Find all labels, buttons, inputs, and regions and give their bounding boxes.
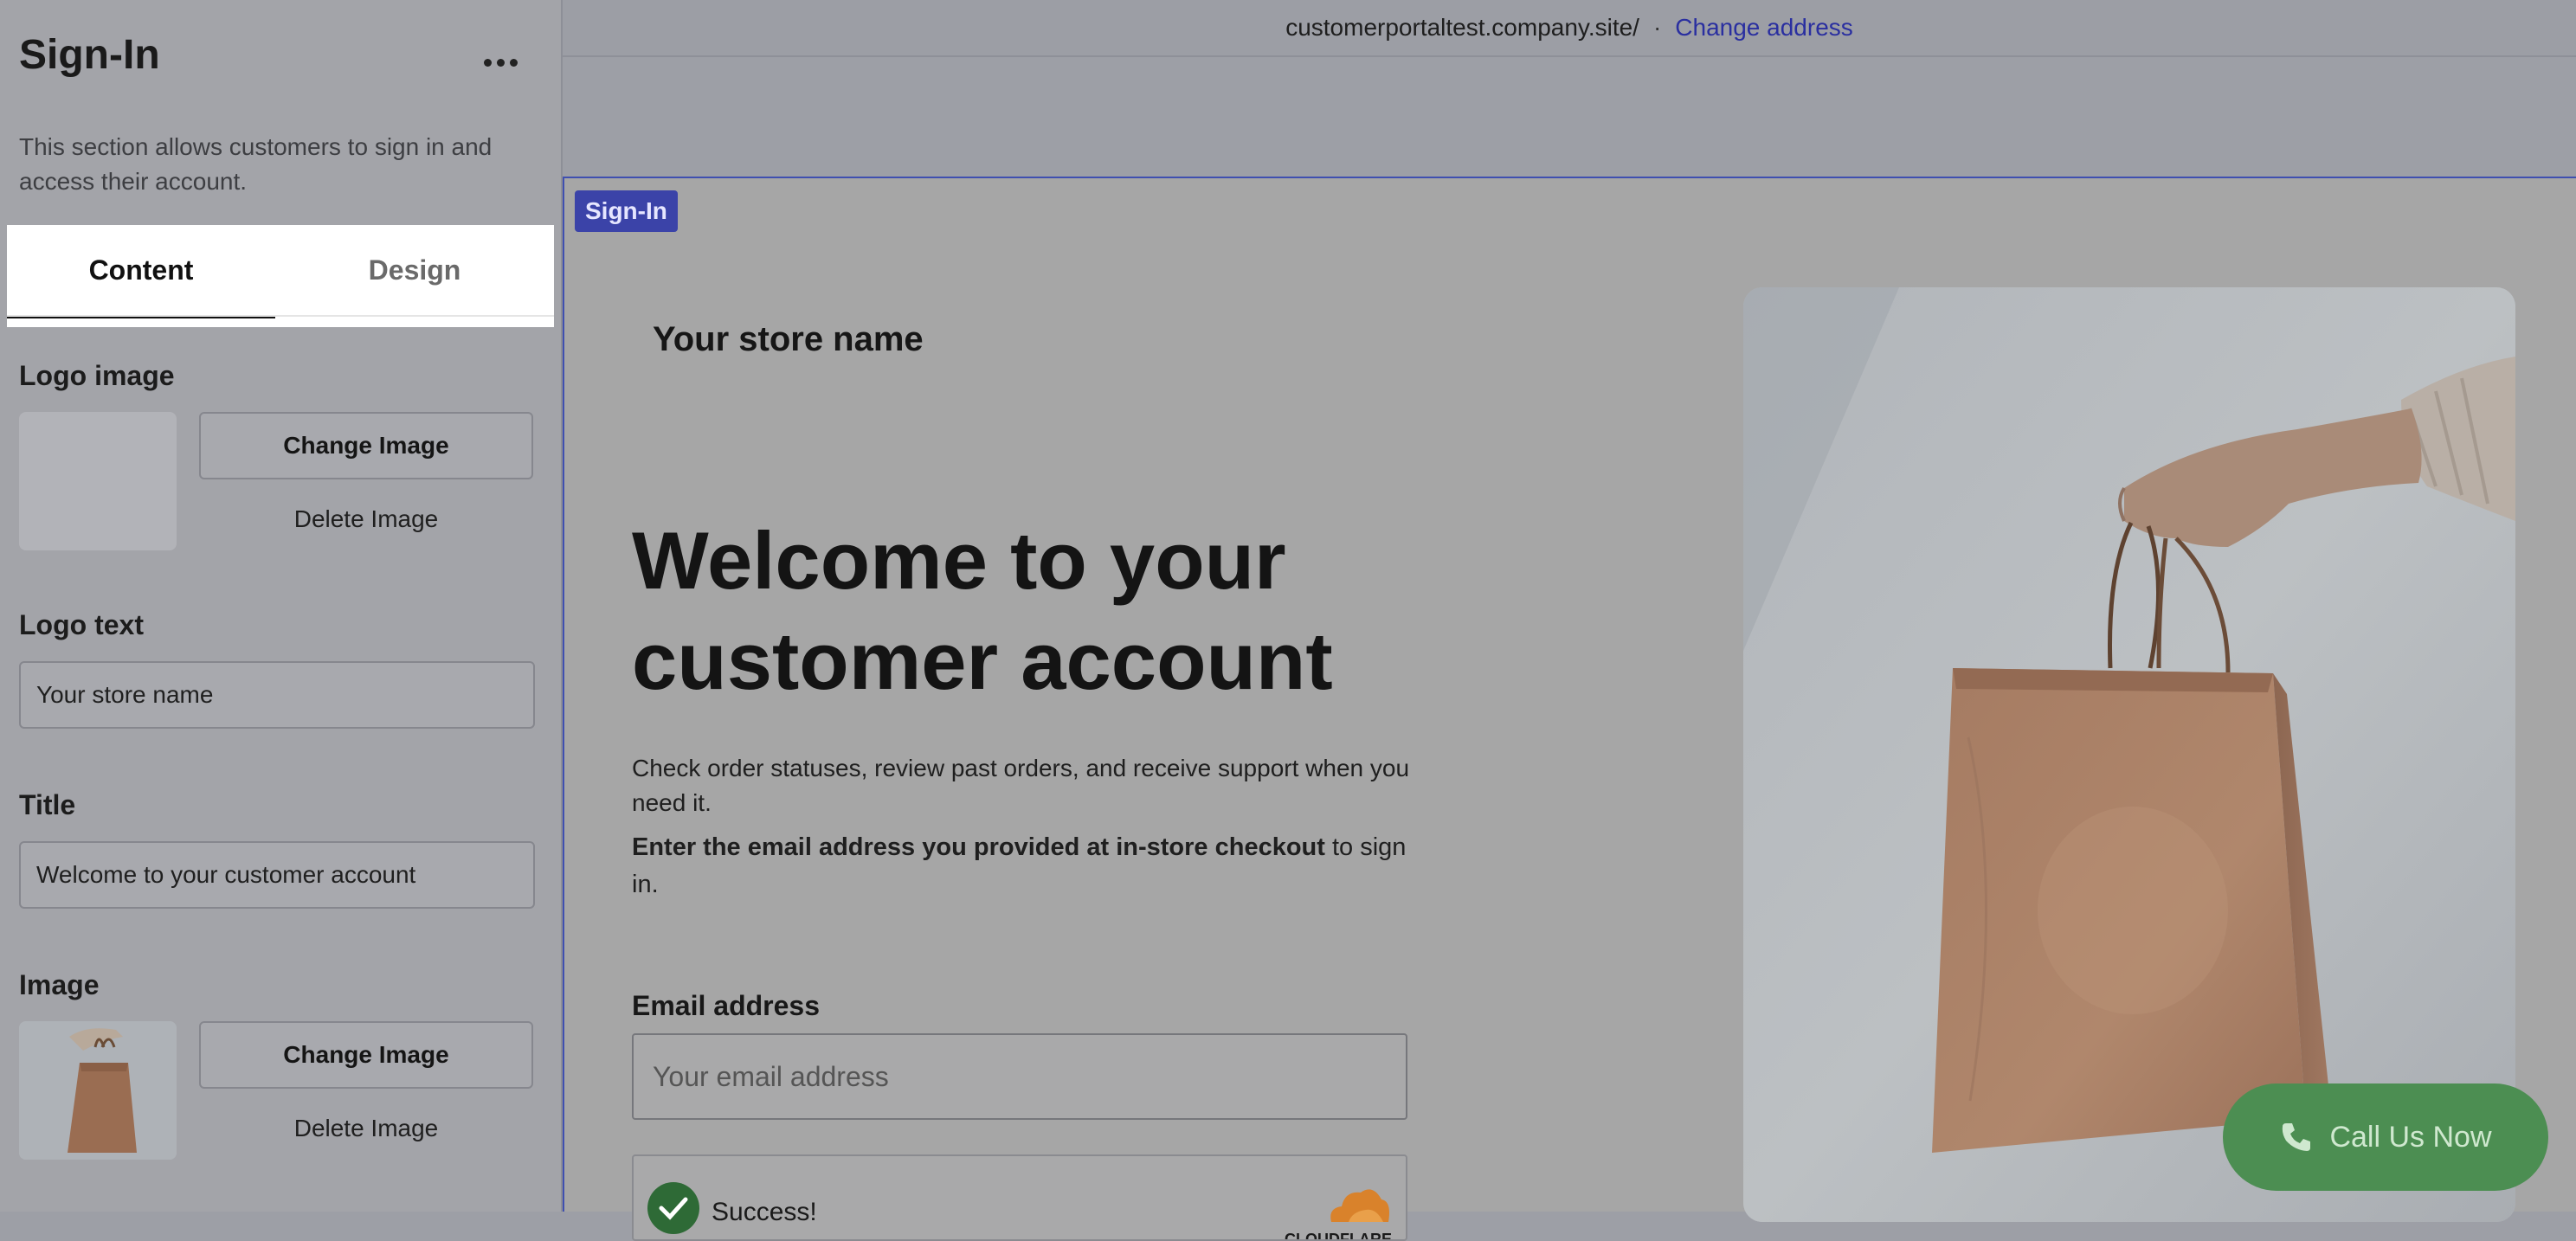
store-logo-text: Your store name <box>653 320 924 358</box>
title-label: Title <box>19 789 76 820</box>
call-button-label: Call Us Now <box>2329 1120 2492 1154</box>
welcome-heading: Welcome to your customer account <box>632 515 1333 706</box>
image-thumbnail <box>19 1021 177 1160</box>
phone-icon <box>2283 1123 2311 1151</box>
site-url: customerportaltest.company.site/ <box>1285 14 1639 41</box>
sidebar-description: This section allows customers to sign in… <box>19 133 493 195</box>
logo-text-input[interactable]: Your store name <box>19 661 535 729</box>
logo-change-image-button[interactable]: Change Image <box>199 412 533 479</box>
instruction-bold: Enter the email address you provided at … <box>632 833 1325 861</box>
email-label: Email address <box>632 990 820 1021</box>
image-label: Image <box>19 969 100 1000</box>
tab-content[interactable]: Content <box>7 225 275 318</box>
logo-delete-image-button[interactable]: Delete Image <box>199 495 533 543</box>
image-change-image-button[interactable]: Change Image <box>199 1021 533 1089</box>
captcha-status: Success! <box>712 1198 817 1226</box>
more-options-icon[interactable] <box>478 45 523 80</box>
sidebar-panel: Sign-In This section allows customers to… <box>0 0 563 1212</box>
change-address-link[interactable]: Change address <box>1675 14 1852 42</box>
signin-section-preview[interactable]: Sign-In Your store name Welcome to your … <box>563 177 2576 1241</box>
section-tag[interactable]: Sign-In <box>575 190 678 232</box>
captcha-brand: CLOUDFLARE <box>1285 1231 1392 1241</box>
email-input[interactable]: Your email address <box>632 1033 1407 1120</box>
tab-divider <box>7 315 554 317</box>
sidebar-title: Sign-In <box>19 32 160 78</box>
tab-bar: Content Design <box>7 225 554 327</box>
title-input[interactable]: Welcome to your customer account <box>19 841 535 909</box>
logo-image-placeholder <box>19 412 177 550</box>
hero-image <box>1743 287 2515 1222</box>
logo-image-label: Logo image <box>19 360 175 391</box>
welcome-subtext: Check order statuses, review past orders… <box>632 755 1410 816</box>
signin-instruction: Enter the email address you provided at … <box>632 829 1411 903</box>
captcha-widget[interactable]: Success! CLOUDFLARE <box>632 1154 1407 1241</box>
address-separator: · <box>1652 14 1662 41</box>
address-bar: customerportaltest.company.site/ · Chang… <box>563 0 2576 57</box>
success-check-icon <box>647 1182 699 1234</box>
logo-text-label: Logo text <box>19 609 144 640</box>
cloudflare-logo-icon <box>1330 1189 1389 1222</box>
tab-design[interactable]: Design <box>275 225 554 315</box>
image-delete-image-button[interactable]: Delete Image <box>199 1104 533 1153</box>
call-us-now-button[interactable]: Call Us Now <box>2223 1083 2548 1191</box>
